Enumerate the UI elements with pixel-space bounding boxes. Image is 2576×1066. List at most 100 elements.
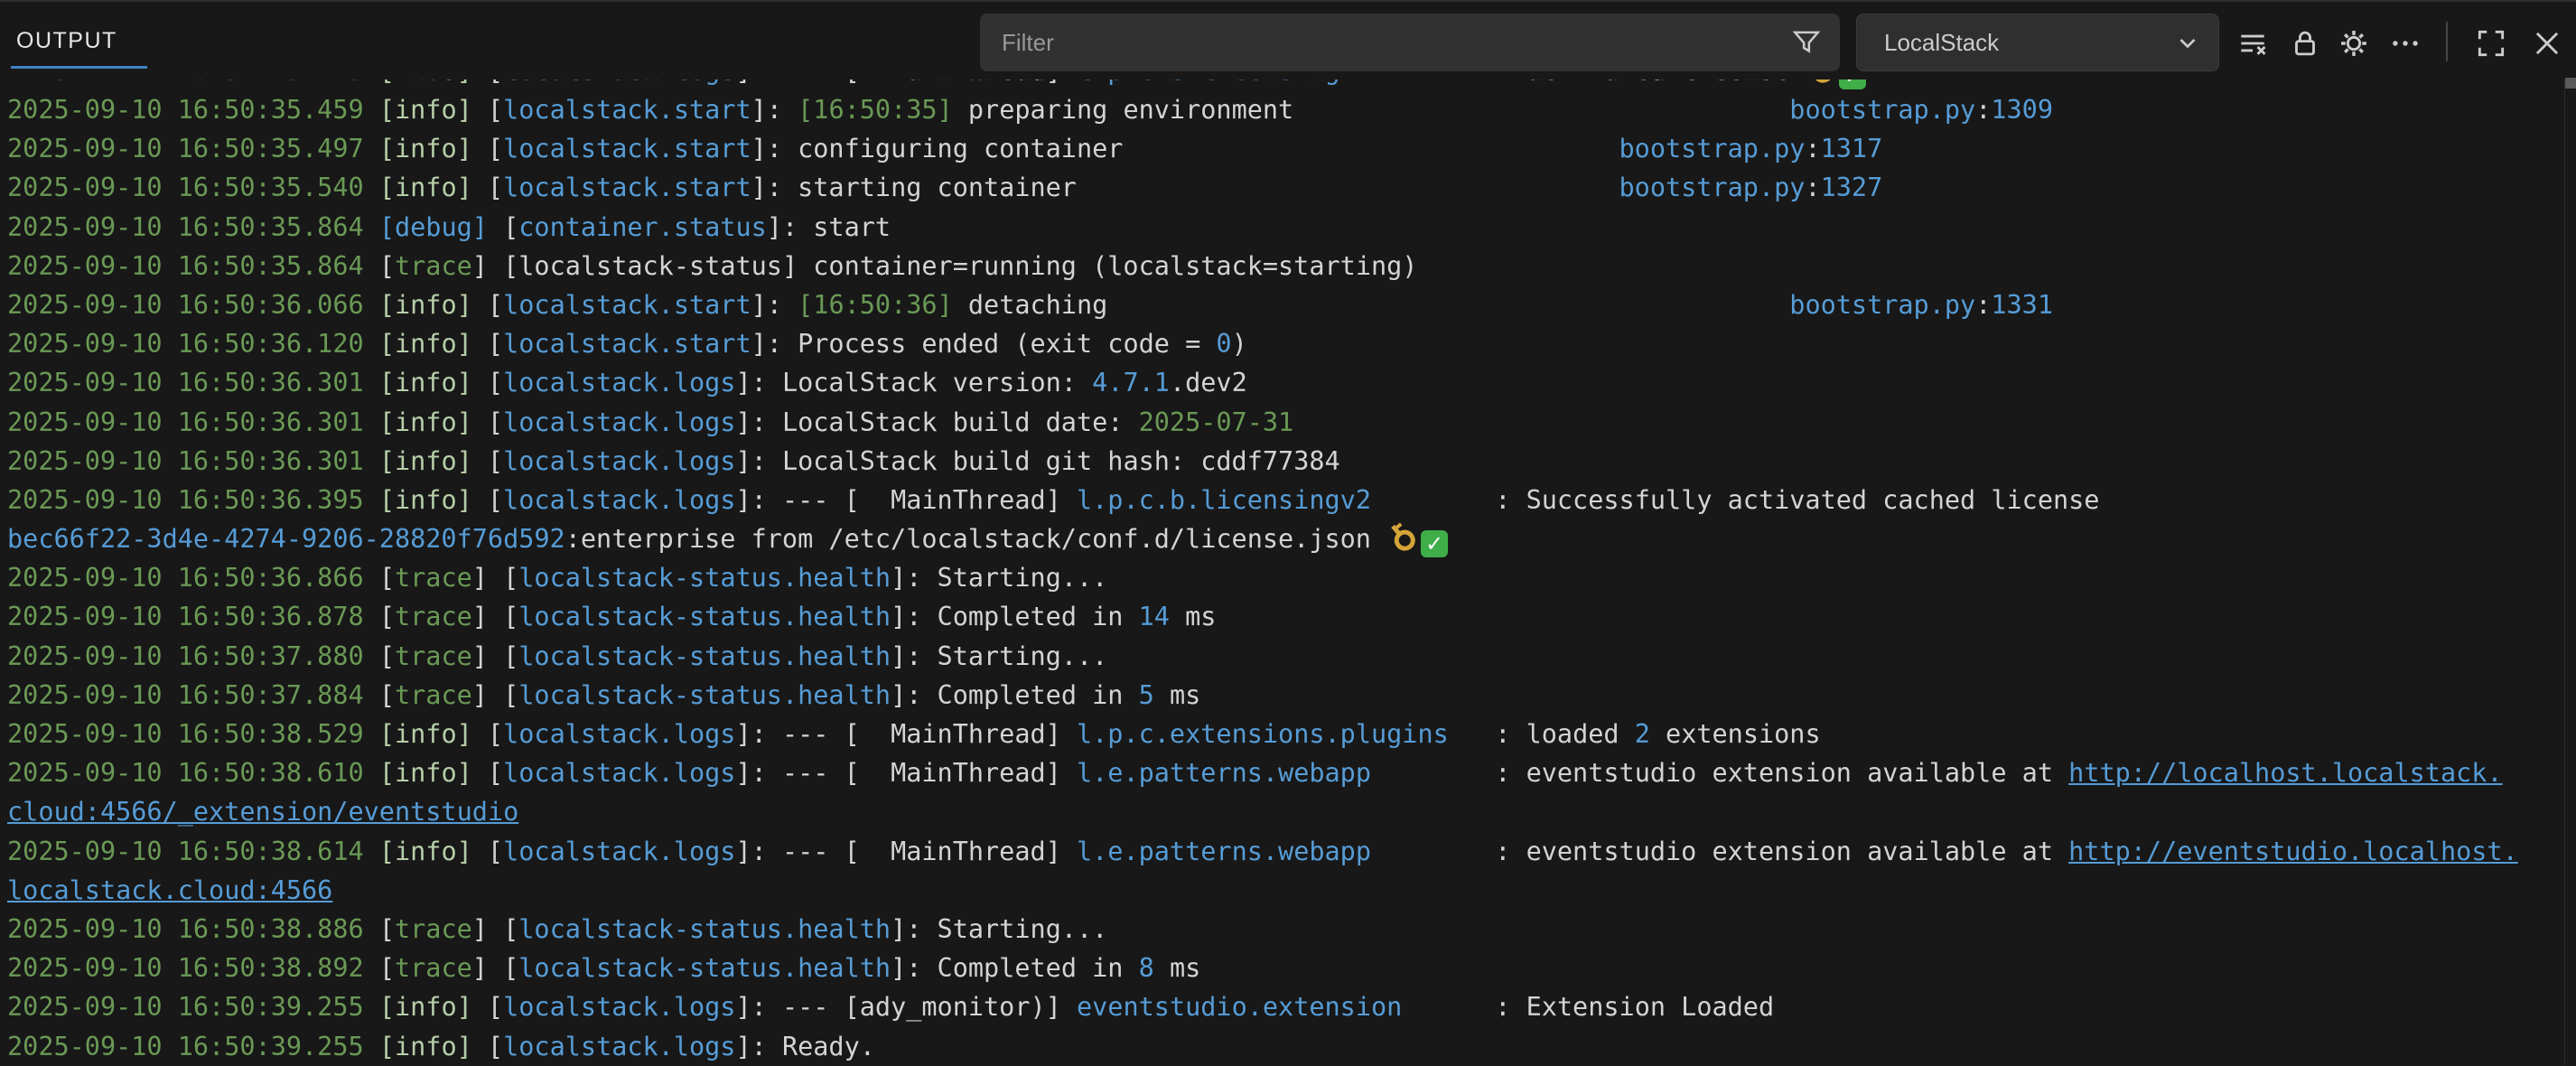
log-token: ] [	[472, 563, 518, 593]
log-token: localstack.logs	[503, 485, 735, 515]
log-line: 2025-09-10 16:50:36.120 [info] [localsta…	[0, 324, 2576, 363]
log-token: trace	[395, 953, 472, 983]
output-channel-value: LocalStack	[1857, 29, 1999, 57]
log-line: 2025-09-10 16:50:36.395 [info] [localsta…	[0, 481, 2576, 519]
log-token: [info]	[379, 134, 488, 164]
maximize-panel-icon[interactable]	[2471, 23, 2511, 63]
log-token: localstack-status.health	[518, 563, 891, 593]
log-token: 2025-09-10 16:50:39.255	[7, 1032, 379, 1061]
scrollbar-thumb[interactable]	[2565, 78, 2576, 89]
output-channel-select[interactable]: LocalStack	[1856, 14, 2219, 71]
log-line: 2025-09-10 16:50:35.864 [debug] [contain…	[0, 208, 2576, 247]
log-token: localstack.logs	[503, 368, 735, 397]
log-token: trace	[395, 914, 472, 944]
log-token: [info]	[379, 407, 488, 437]
log-token: 4.7.1	[1092, 368, 1170, 397]
file-link[interactable]: bootstrap.py	[1789, 290, 1975, 320]
log-token: ] [	[472, 680, 518, 710]
filter-box	[980, 14, 1840, 71]
log-token: [	[379, 251, 395, 281]
log-token: preparing environment	[953, 95, 1790, 125]
log-token: [info]	[379, 1032, 488, 1061]
log-line: bec66f22-3d4e-4274-9206-28820f76d592:ent…	[0, 519, 2576, 558]
log-token: [info]	[379, 485, 488, 515]
log-token: 2025-09-10 16:50:35.445	[7, 79, 379, 86]
log-token: [info]	[379, 329, 488, 359]
log-token: : Successfully activated cached license	[1371, 485, 2099, 515]
log-token: 2025-09-10 16:50:36.878	[7, 602, 379, 631]
log-token: [	[488, 485, 503, 515]
log-token: ]:	[751, 95, 798, 125]
log-token: ]: Completed in	[891, 953, 1139, 983]
log-line: localstack.cloud:4566	[0, 871, 2576, 910]
log-token: [info]	[379, 95, 488, 125]
log-token: trace	[395, 680, 472, 710]
log-token: [	[488, 992, 503, 1022]
log-token: 2025-09-10 16:50:36.395	[7, 485, 379, 515]
log-line: cloud:4566/_extension/eventstudio	[0, 792, 2576, 831]
log-token: localstack-status.health	[518, 953, 891, 983]
log-token: :	[1975, 290, 1991, 320]
chevron-down-icon	[2171, 26, 2218, 59]
file-link[interactable]: 1317	[1821, 134, 1883, 164]
log-token: [	[488, 837, 503, 866]
log-line: 2025-09-10 16:50:38.610 [info] [localsta…	[0, 753, 2576, 792]
log-token: [	[379, 953, 395, 983]
log-token: 2025-09-10 16:50:35.459	[7, 95, 379, 125]
log-token: bec66f22-3d4e-4274-9206-28820f76d592	[7, 524, 565, 554]
panel-header: OUTPUT LocalStack	[0, 0, 2576, 79]
log-token: [debug]	[379, 212, 488, 242]
log-token: ]: --- [ MainThread]	[735, 758, 1077, 788]
close-panel-icon[interactable]	[2527, 23, 2567, 63]
url-link[interactable]: cloud:4566/_extension/eventstudio	[7, 797, 518, 827]
filter-icon[interactable]	[1789, 25, 1824, 60]
log-token: [16:50:35]	[798, 95, 953, 125]
file-link[interactable]: bootstrap.py	[1619, 173, 1806, 202]
log-line: 2025-09-10 16:50:38.886 [trace] [localst…	[0, 910, 2576, 949]
log-token: extensions	[1650, 719, 1821, 749]
log-token: 2025-09-10 16:50:36.120	[7, 329, 379, 359]
log-token: ]: Completed in	[891, 680, 1139, 710]
log-token: ] [	[472, 641, 518, 671]
log-token: ]: starting container	[751, 173, 1619, 202]
log-token: l.e.patterns.webapp	[1077, 758, 1371, 788]
log-token: [	[488, 290, 503, 320]
log-token: localstack.logs	[503, 837, 735, 866]
file-link[interactable]: 1309	[1991, 95, 2053, 125]
log-token: )	[1232, 329, 1247, 359]
more-actions-icon[interactable]	[2385, 23, 2425, 63]
log-token: [	[488, 446, 503, 476]
file-link[interactable]: 1331	[1991, 290, 2053, 320]
file-link[interactable]: bootstrap.py	[1789, 95, 1975, 125]
key-emoji-icon	[1382, 518, 1422, 557]
clear-output-icon[interactable]	[2233, 23, 2273, 63]
log-line: 2025-09-10 16:50:37.880 [trace] [localst…	[0, 637, 2576, 676]
log-token: 5	[1139, 680, 1154, 710]
file-link[interactable]: bootstrap.py	[1619, 134, 1806, 164]
url-link[interactable]: localstack.cloud:4566	[7, 875, 332, 905]
log-line: 2025-09-10 16:50:38.614 [info] [localsta…	[0, 832, 2576, 871]
log-token: [info]	[379, 992, 488, 1022]
log-token: localstack-status.health	[518, 602, 891, 631]
log-output-area[interactable]: 2025-09-10 16:50:35.445 [info] [localsta…	[0, 79, 2576, 1066]
url-link[interactable]: http://localhost.localstack.	[2068, 758, 2502, 788]
filter-input[interactable]	[980, 29, 1789, 57]
log-token: [	[379, 641, 395, 671]
log-token: .dev2	[1170, 368, 1247, 397]
log-token: l.e.patterns.webapp	[1077, 837, 1371, 866]
log-token: localstack.start	[503, 134, 751, 164]
lock-icon[interactable]	[2285, 23, 2325, 63]
gear-icon[interactable]	[2334, 23, 2374, 63]
key-emoji-icon	[1801, 79, 1841, 89]
log-line: 2025-09-10 16:50:36.301 [info] [localsta…	[0, 442, 2576, 481]
log-token: localstack.logs	[503, 719, 735, 749]
log-token: ms	[1170, 602, 1216, 631]
log-line: 2025-09-10 16:50:36.301 [info] [localsta…	[0, 403, 2576, 442]
log-token: [info]	[379, 719, 488, 749]
log-token: 8	[1139, 953, 1154, 983]
log-token: ] [	[472, 953, 518, 983]
file-link[interactable]: 1327	[1821, 173, 1883, 202]
url-link[interactable]: http://eventstudio.localhost.	[2068, 837, 2518, 866]
log-token: [info]	[379, 446, 488, 476]
log-token: [info]	[379, 290, 488, 320]
